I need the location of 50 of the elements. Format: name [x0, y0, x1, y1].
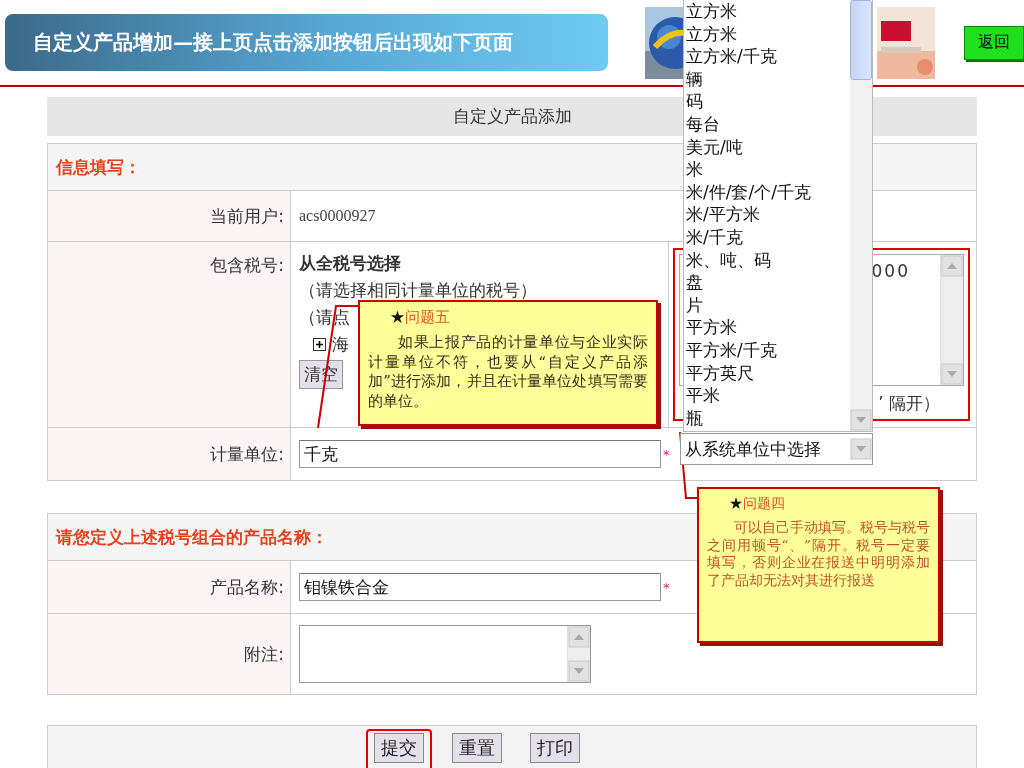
input-field[interactable]: 千克	[299, 440, 661, 468]
required-mark: *	[663, 579, 670, 595]
dropdown-option[interactable]: 每台	[686, 112, 850, 136]
field-label: 产品名称:	[210, 575, 284, 599]
scroll-down-icon[interactable]	[941, 363, 963, 385]
tax-heading: 从全税号选择	[299, 252, 401, 275]
scroll-down-icon[interactable]	[850, 438, 872, 460]
scroll-up-icon[interactable]	[568, 626, 590, 648]
scrollbar[interactable]	[850, 0, 872, 431]
callout-title: ★问题五	[389, 308, 451, 327]
dropdown-option[interactable]: 盘	[686, 271, 850, 294]
dropdown-option[interactable]: 片	[686, 293, 850, 317]
dropdown-option[interactable]: 平方英尺	[686, 361, 850, 385]
separator-hint: ’ 隔开）	[878, 392, 940, 415]
scroll-down-icon[interactable]	[850, 409, 872, 431]
field-label: 附注:	[244, 642, 284, 666]
unit-dropdown-list[interactable]: 立方米 立方米 立方米/千克 辆 码 每台 美元/吨 米 米/件/套/个/千克 米/平方米 米/千克 米、吨、码 盘 片 平方米 平方米/千克 平方英尺 平米 瓶	[683, 0, 873, 432]
form-button[interactable]: 打印	[530, 733, 580, 763]
dropdown-option[interactable]: 辆	[686, 67, 850, 91]
callout-title: ★问题四	[728, 495, 786, 513]
callout-text: 如果上报产品的计量单位与企业实际计量单位不符，也要从“自定义产品添加”进行添加，并且在计量单位处填写需要的单位。	[368, 333, 648, 411]
form-button[interactable]: 提交	[374, 733, 424, 763]
expand-icon[interactable]	[313, 338, 326, 351]
slide-title: 自定义产品增加—接上页点击添加按钮后出现如下页面	[5, 14, 608, 71]
input-field[interactable]: 钼镍铁合金	[299, 573, 661, 601]
form-button[interactable]: 重置	[452, 733, 502, 763]
dropdown-option[interactable]: 立方米/千克	[686, 45, 850, 68]
dropdown-option[interactable]: 米	[686, 158, 850, 181]
back-button[interactable]: 返回	[964, 25, 1024, 60]
field-label: 包含税号:	[210, 254, 284, 277]
field-label: 当前用户:	[210, 204, 284, 228]
scroll-up-icon[interactable]	[941, 255, 963, 277]
field-label: 计量单位:	[210, 442, 284, 466]
dropdown-option[interactable]: 立方米	[686, 0, 850, 23]
dropdown-option[interactable]: 米/千克	[686, 225, 850, 249]
scrollbar-thumb[interactable]	[850, 0, 872, 80]
dropdown-option[interactable]: 米/平方米	[686, 203, 850, 226]
dropdown-option[interactable]: 米、吨、码	[686, 248, 850, 272]
unit-select[interactable]: 从系统单位中选择	[680, 433, 873, 465]
tree-item[interactable]: 海	[332, 333, 349, 356]
dropdown-option[interactable]: 平米	[686, 384, 850, 407]
required-mark: *	[663, 446, 670, 462]
dropdown-option[interactable]: 瓶	[686, 406, 850, 430]
scroll-down-icon[interactable]	[568, 660, 590, 682]
tax-hint: （请选择相同计量单位的税号）	[299, 279, 537, 302]
user-value: acs0000927	[299, 207, 376, 225]
dropdown-option[interactable]: 平方米/千克	[686, 338, 850, 362]
note-field[interactable]	[299, 625, 591, 683]
dropdown-option[interactable]: 立方米	[686, 22, 850, 46]
dropdown-option[interactable]: 平方米	[686, 316, 850, 339]
